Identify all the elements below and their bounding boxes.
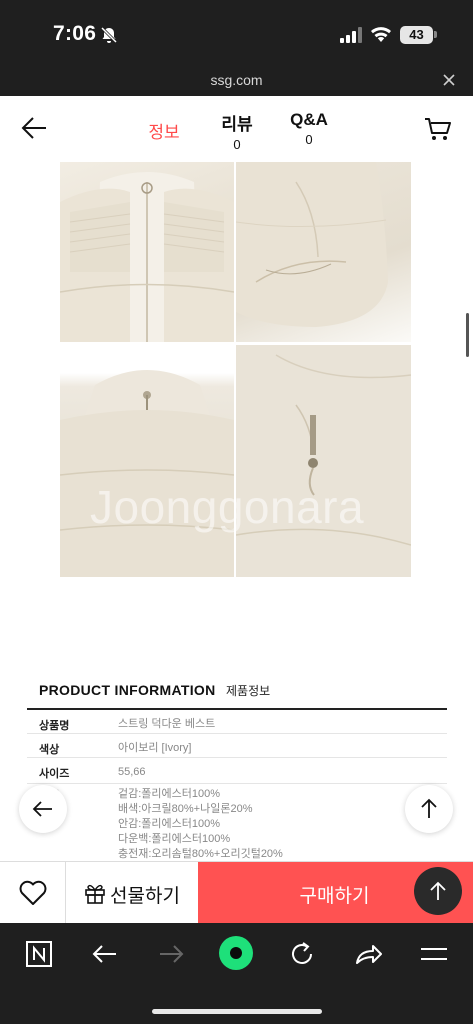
product-image-front — [60, 162, 234, 342]
row-value-multiline: 겉감:폴리에스터100% 배색:아크릴80%+나일론20% 안감:폴리에스터10… — [118, 787, 283, 862]
tab-qa[interactable]: Q&A 0 — [284, 110, 334, 147]
heart-icon — [19, 880, 47, 905]
url-domain[interactable]: ssg.com — [0, 72, 473, 88]
battery-level: 43 — [400, 26, 433, 44]
product-image-side — [236, 162, 411, 342]
tab-qa-count: 0 — [305, 132, 313, 147]
gift-icon — [85, 884, 105, 904]
tab-review[interactable]: 리뷰 0 — [212, 110, 262, 152]
left-arrow-icon — [32, 801, 52, 817]
reload-icon — [292, 942, 312, 964]
gift-button[interactable]: 선물하기 — [66, 862, 198, 924]
signal-icon — [340, 27, 362, 43]
share-icon — [356, 945, 382, 964]
row-key: 상품명 — [39, 720, 70, 732]
tab-review-label: 리뷰 — [221, 115, 253, 134]
close-icon[interactable] — [440, 71, 458, 89]
menu-button[interactable] — [417, 937, 451, 971]
browser-toolbar — [0, 923, 473, 1024]
material-line: 다운백:폴리에스터100% — [118, 833, 231, 845]
status-bar: 7:06 43 — [0, 0, 473, 64]
tab-info-label: 정보 — [148, 123, 180, 142]
naver-n-icon — [26, 941, 52, 967]
row-value: 스트링 덕다운 베스트 — [118, 718, 216, 730]
green-dot-icon — [219, 936, 253, 970]
row-key: 사이즈 — [39, 768, 70, 780]
back-arrow-icon — [92, 945, 116, 963]
back-arrow-icon[interactable] — [20, 116, 48, 140]
product-image-back — [60, 345, 234, 577]
url-bar[interactable]: ssg.com — [0, 64, 473, 96]
naver-home-button[interactable] — [22, 937, 56, 971]
tab-review-count: 0 — [233, 137, 241, 152]
scroll-top-button[interactable] — [405, 785, 453, 833]
reload-button[interactable] — [285, 937, 319, 971]
material-line: 충전재:오리솜털80%+오리깃털20% — [118, 848, 283, 860]
product-info-subtitle: 제품정보 — [226, 684, 271, 698]
forward-arrow-icon — [160, 945, 184, 963]
up-arrow-icon — [430, 881, 446, 900]
watermark-text: Joonggonara — [90, 481, 365, 533]
browser-back-button[interactable] — [88, 937, 122, 971]
row-key: 색상 — [39, 744, 60, 756]
wifi-icon — [371, 27, 391, 42]
battery-nub — [434, 31, 437, 38]
product-image-detail — [236, 345, 411, 577]
tab-info[interactable]: 정보 — [140, 118, 188, 143]
scroll-to-top-button[interactable] — [414, 867, 462, 915]
app-header: 정보 리뷰 0 Q&A 0 — [0, 96, 473, 162]
bell-off-icon — [100, 26, 118, 44]
table-row: 색상 아이보리 [Ivory] — [27, 734, 447, 758]
table-row: 사이즈 55,66 — [27, 758, 447, 784]
row-value: 아이보리 [Ivory] — [118, 742, 192, 754]
material-line: 안감:폴리에스터100% — [118, 818, 221, 830]
product-info-header: PRODUCT INFORMATION 제품정보 — [39, 682, 270, 700]
floating-back-button[interactable] — [19, 785, 67, 833]
page: 7:06 43 ssg.com 정보 리뷰 0 Q&A 0 Joonggonar… — [0, 0, 473, 1024]
material-line: 겉감:폴리에스터100% — [118, 788, 221, 800]
green-dot-button[interactable] — [218, 935, 254, 971]
home-indicator[interactable] — [152, 1009, 322, 1014]
material-line: 배색:아크릴80%+나일론20% — [118, 803, 253, 815]
table-row: 소재 겉감:폴리에스터100% 배색:아크릴80%+나일론20% 안감:폴리에스… — [27, 784, 447, 864]
purchase-bar: 선물하기 구매하기 — [0, 861, 473, 924]
share-button[interactable] — [351, 937, 385, 971]
cart-icon[interactable] — [424, 116, 452, 142]
scrollbar[interactable] — [466, 313, 469, 357]
row-value: 55,66 — [118, 766, 146, 778]
hamburger-menu-icon — [421, 948, 447, 960]
browser-forward-button[interactable] — [154, 937, 188, 971]
wishlist-button[interactable] — [0, 862, 66, 924]
table-row: 상품명 스트링 덕다운 베스트 — [27, 710, 447, 734]
tab-qa-label: Q&A — [290, 110, 328, 129]
up-arrow-icon — [421, 798, 437, 818]
gift-button-label: 선물하기 — [110, 886, 180, 907]
product-info-title: PRODUCT INFORMATION — [39, 682, 216, 698]
status-time: 7:06 — [53, 22, 97, 45]
